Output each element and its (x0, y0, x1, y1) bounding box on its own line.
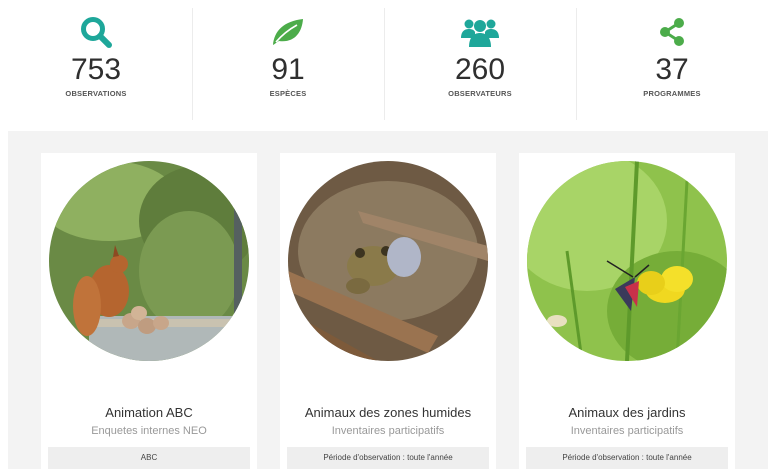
stats-bar: 753 OBSERVATIONS 91 ESPÈCES 260 OBSERVAT… (0, 0, 768, 128)
program-card-animation-abc[interactable]: Animation ABC Enquetes internes NEO ABC (41, 153, 257, 469)
moth-on-flower-photo[interactable] (527, 161, 727, 361)
search-icon (79, 14, 113, 50)
stat-value: 37 (655, 53, 689, 86)
stat-observateurs[interactable]: 260 OBSERVATEURS (384, 0, 576, 128)
stat-label: OBSERVATIONS (65, 89, 127, 98)
program-title: Animaux des jardins (568, 405, 686, 420)
program-card-jardins[interactable]: Animaux des jardins Inventaires particip… (519, 153, 735, 469)
stat-observations[interactable]: 753 OBSERVATIONS (0, 0, 192, 128)
program-title: Animaux des zones humides (304, 405, 472, 420)
share-icon (656, 14, 688, 50)
program-subtitle: Inventaires participatifs (331, 425, 445, 437)
stat-especes[interactable]: 91 ESPÈCES (192, 0, 384, 128)
program-subtitle: Enquetes internes NEO (91, 425, 207, 437)
leaf-icon (270, 14, 306, 50)
stat-label: ESPÈCES (269, 89, 307, 98)
stat-label: OBSERVATEURS (448, 89, 512, 98)
users-icon (460, 14, 500, 50)
stat-value: 753 (70, 53, 122, 86)
stat-programmes[interactable]: 37 PROGRAMMES (576, 0, 768, 128)
stat-value: 91 (271, 53, 305, 86)
program-card-zones-humides[interactable]: Animaux des zones humides Inventaires pa… (280, 153, 496, 469)
toad-photo[interactable] (288, 161, 488, 361)
stat-value: 260 (454, 53, 506, 86)
program-title: Animation ABC (105, 405, 193, 420)
programs-section: Animation ABC Enquetes internes NEO ABC … (8, 131, 768, 469)
program-tag: Période d'observation : toute l'année (526, 447, 728, 469)
squirrel-photo[interactable] (49, 161, 249, 361)
program-tag: Période d'observation : toute l'année (287, 447, 489, 469)
program-subtitle: Inventaires participatifs (570, 425, 684, 437)
stat-label: PROGRAMMES (643, 89, 701, 98)
program-tag: ABC (48, 447, 250, 469)
